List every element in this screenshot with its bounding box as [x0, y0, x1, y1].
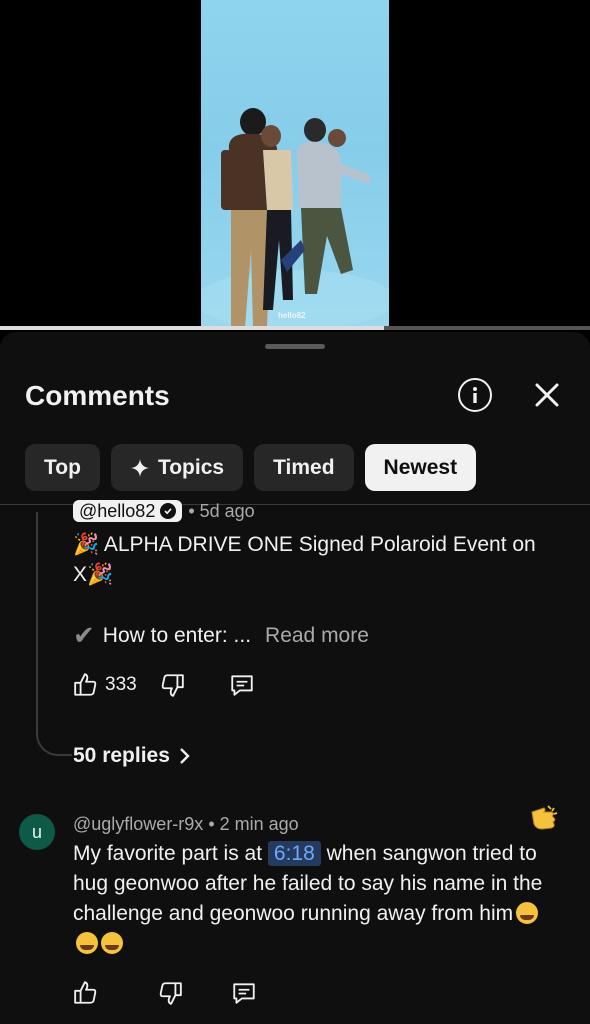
- comment1-like-count: 333: [105, 674, 137, 695]
- comment1-author[interactable]: @hello82: [73, 500, 183, 522]
- comments-sheet: Comments Top Topics Timed Newest @hello8…: [0, 332, 590, 1024]
- comments-title: Comments: [25, 380, 170, 411]
- comment1-actions: 333: [73, 672, 255, 698]
- video-watermark: hello82: [278, 311, 306, 320]
- verified-check-icon: [160, 503, 177, 519]
- close-icon[interactable]: [530, 378, 564, 412]
- video-progress-bar[interactable]: [0, 326, 590, 330]
- replies-count-label: 50 replies: [73, 744, 170, 767]
- comment2-actions: [73, 980, 257, 1006]
- comment2-time: • 2 min ago: [208, 814, 299, 834]
- crying-face-icon: [76, 932, 98, 954]
- chip-top[interactable]: Top: [25, 444, 100, 491]
- comment-reply-icon: [233, 983, 255, 1004]
- comment2-dislike-button[interactable]: [157, 980, 183, 1006]
- chip-newest-label: Newest: [383, 455, 458, 479]
- video-frame-image: [201, 108, 389, 330]
- comment2-meta: @uglyflower-r9x • 2 min ago: [73, 814, 299, 835]
- thread-connector-line: [36, 512, 72, 756]
- timestamp-link[interactable]: 6:18: [267, 841, 321, 866]
- view-replies-button[interactable]: 50 replies: [73, 744, 192, 768]
- video-frame[interactable]: [201, 0, 389, 330]
- comment1-enter-line: ✔ How to enter: ... Read more: [73, 620, 369, 651]
- video-progress-fill: [0, 326, 384, 330]
- pointing-hand-icon: [528, 802, 562, 843]
- checkmark-icon: ✔: [73, 620, 95, 650]
- chip-topics-label: Topics: [157, 455, 225, 479]
- comment1-meta: @hello82 • 5d ago: [73, 500, 255, 522]
- sparkle-icon: [130, 458, 149, 477]
- chevron-right-icon: [180, 748, 190, 764]
- comment1-like-button[interactable]: 333: [73, 672, 137, 698]
- thumbs-up-icon: [74, 981, 97, 1004]
- comment-reply-icon: [231, 675, 253, 696]
- chip-newest[interactable]: Newest: [364, 444, 477, 491]
- chip-timed[interactable]: Timed: [254, 444, 354, 491]
- comment2-author[interactable]: @uglyflower-r9x: [73, 814, 203, 834]
- read-more-link[interactable]: Read more: [265, 624, 369, 648]
- comment1-reply-button[interactable]: [229, 672, 255, 698]
- comment2-text: My favorite part is at 6:18 when sangwon…: [73, 839, 553, 959]
- avatar-letter: u: [31, 821, 42, 842]
- comment2-reply-button[interactable]: [231, 980, 257, 1006]
- comment2-like-button[interactable]: [73, 980, 99, 1006]
- comment1-author-name: @hello82: [79, 500, 156, 521]
- filter-chips: Top Topics Timed Newest: [25, 444, 477, 491]
- comment2-text-before: My favorite part is at: [73, 842, 263, 865]
- thumbs-down-icon: [159, 982, 182, 1005]
- drag-handle[interactable]: [265, 344, 325, 349]
- thumbs-up-icon: [74, 673, 97, 696]
- chip-topics[interactable]: Topics: [110, 444, 244, 491]
- crying-face-icon: [101, 932, 123, 954]
- crying-face-icon: [516, 902, 539, 924]
- info-icon[interactable]: [458, 378, 492, 412]
- chip-top-label: Top: [44, 455, 81, 479]
- comment1-time: • 5d ago: [188, 500, 255, 521]
- chip-timed-label: Timed: [273, 455, 335, 479]
- comment1-text: 🎉 ALPHA DRIVE ONE Signed Polaroid Event …: [73, 533, 536, 586]
- comment1-enter-text: How to enter: ...: [102, 623, 252, 647]
- avatar[interactable]: u: [19, 814, 55, 850]
- video-player[interactable]: hello82: [0, 0, 590, 330]
- comment1-dislike-button[interactable]: [159, 672, 185, 698]
- thumbs-down-icon: [161, 674, 184, 697]
